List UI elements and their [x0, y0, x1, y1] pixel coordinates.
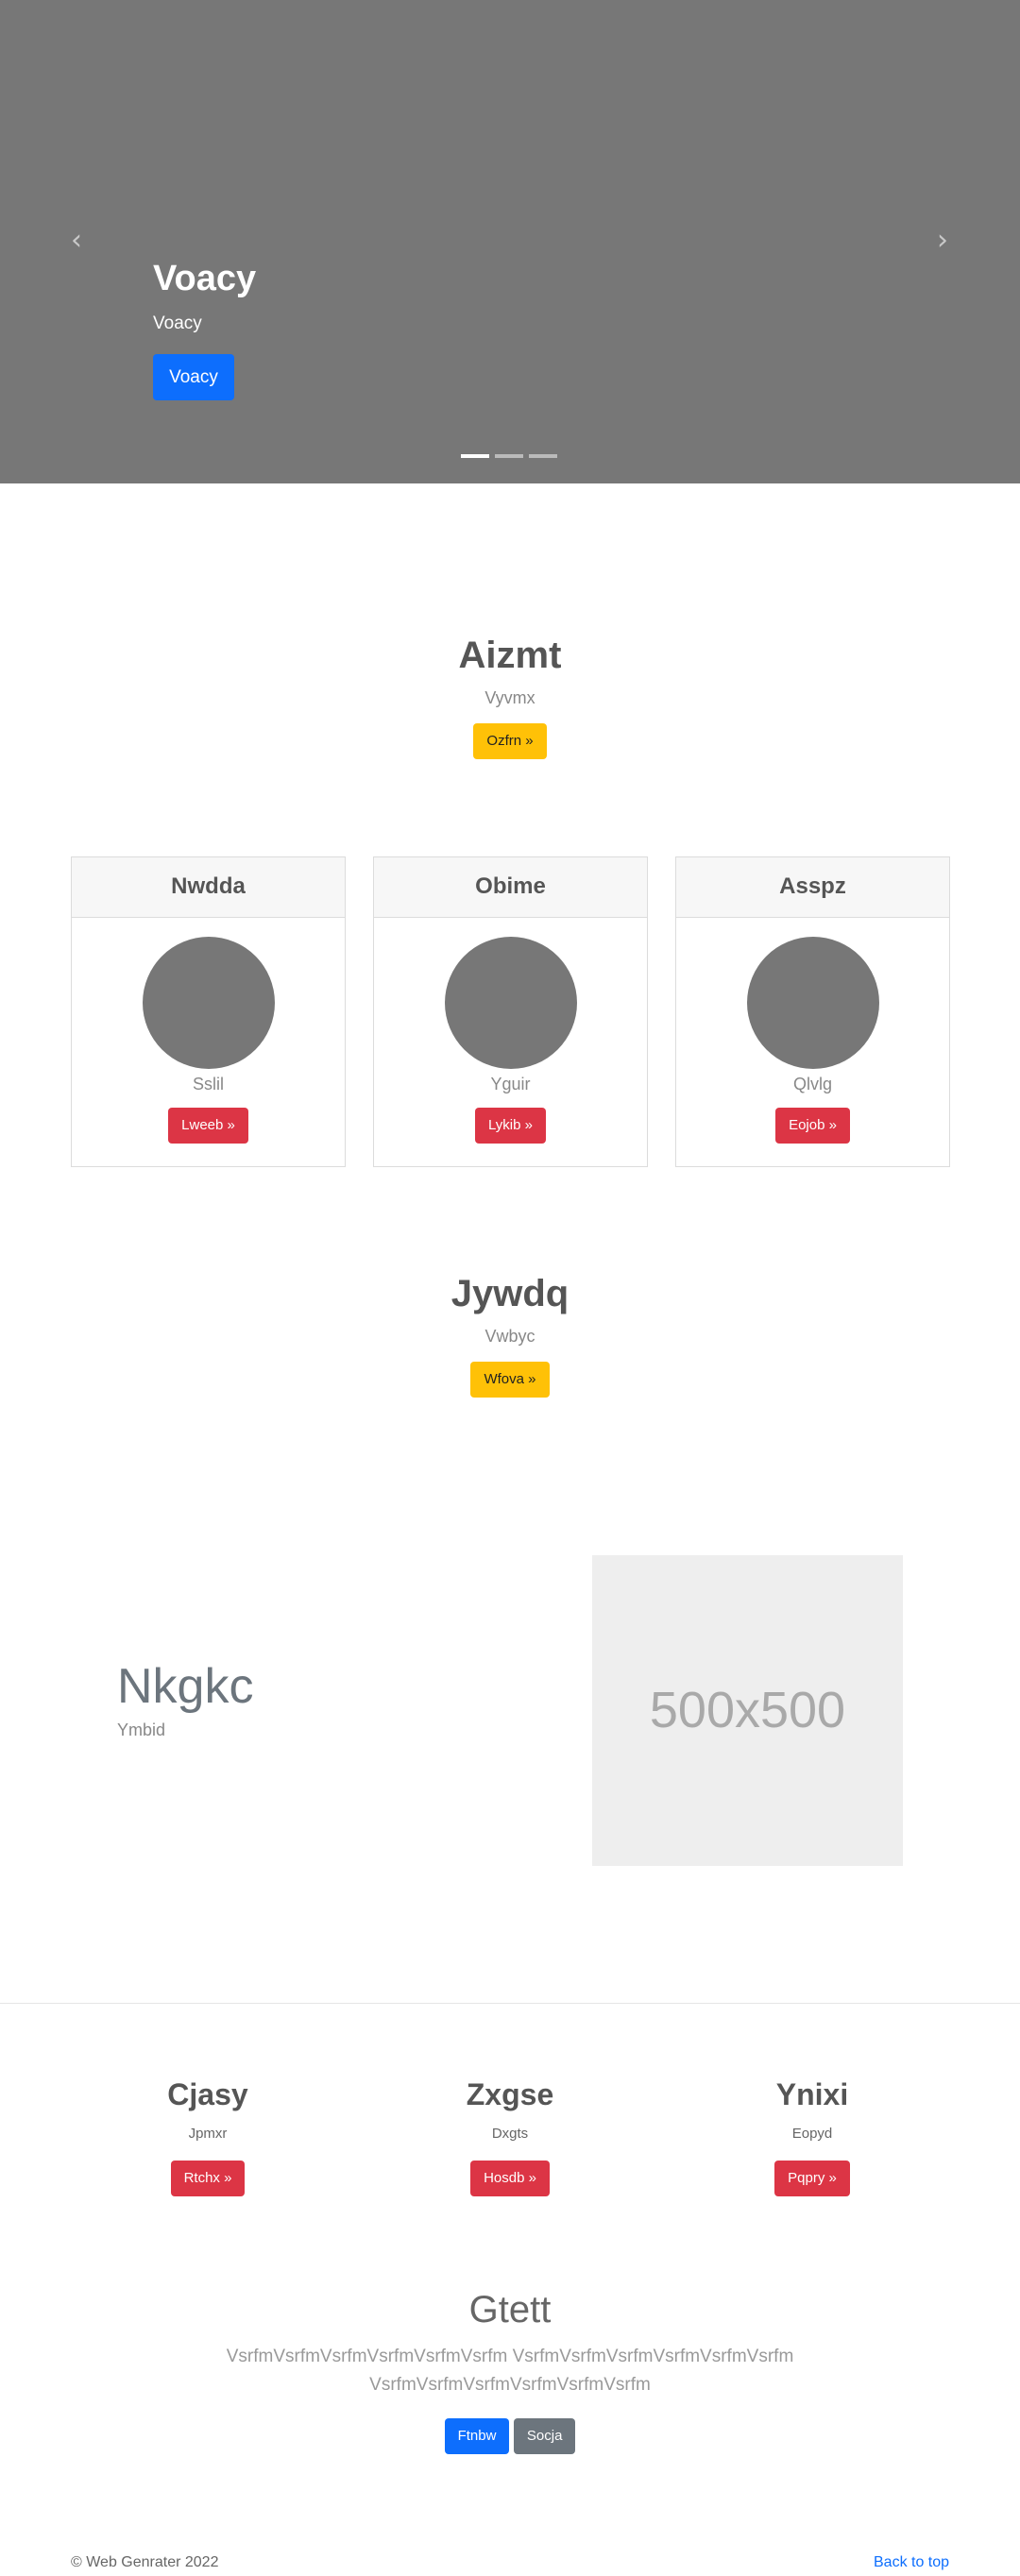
- feature-title: Nkgkc: [117, 1659, 254, 1714]
- cta-buttons: Ftnbw Socja: [0, 2418, 1020, 2454]
- card-header: Obime: [374, 857, 647, 918]
- column-3: Ynixi Eopyd Pqpry »: [689, 2077, 935, 2196]
- feature-subtitle: Ymbid: [117, 1720, 166, 1739]
- intro-title: Aizmt: [458, 635, 562, 676]
- card-text: Yguir: [490, 1075, 531, 1093]
- cta-text: VsrfmVsrfmVsrfmVsrfmVsrfmVsrfm VsrfmVsrf…: [226, 2347, 794, 2395]
- card-image-placeholder: [444, 937, 577, 1069]
- hero-carousel: ‹ › Voacy Voacy Voacy: [0, 0, 1020, 483]
- carousel-next-icon[interactable]: ›: [928, 227, 957, 255]
- column-button[interactable]: Pqpry »: [774, 2161, 850, 2196]
- card-button[interactable]: Lweeb »: [168, 1108, 248, 1144]
- card-header: Nwdda: [72, 857, 345, 918]
- column-2: Zxgse Dxgts Hosdb »: [387, 2077, 633, 2196]
- hero-subtitle: Voacy: [153, 314, 202, 333]
- back-to-top-link[interactable]: Back to top: [874, 2554, 949, 2571]
- card-button[interactable]: Lykib »: [475, 1108, 546, 1144]
- section-2-subtitle: Vwbyc: [484, 1327, 536, 1346]
- column-title: Zxgse: [466, 2077, 554, 2111]
- footer-copyright: © Web Genrater 2022: [71, 2554, 219, 2570]
- column-1: Cjasy Jpmxr Rtchx »: [85, 2077, 331, 2196]
- intro-subtitle: Vyvmx: [484, 688, 536, 707]
- section-2: Jywdq Vwbyc Wfova »: [0, 1273, 1020, 1398]
- card-text: Sslil: [192, 1075, 224, 1093]
- column-title: Ynixi: [775, 2077, 849, 2111]
- carousel-indicator-3[interactable]: [529, 454, 557, 458]
- section-2-title: Jywdq: [450, 1273, 570, 1314]
- card-2: Obime Yguir Lykib »: [373, 856, 648, 1167]
- column-button[interactable]: Rtchx »: [170, 2161, 246, 2196]
- card-button[interactable]: Eojob »: [775, 1108, 850, 1144]
- section-divider: [0, 2003, 1020, 2004]
- column-subtitle: Dxgts: [491, 2126, 529, 2142]
- card-image-placeholder: [142, 937, 275, 1069]
- card-1: Nwdda Sslil Lweeb »: [71, 856, 346, 1167]
- intro-section: Aizmt Vyvmx Ozfrn »: [0, 635, 1020, 759]
- card-header: Asspz: [676, 857, 949, 918]
- card-image-placeholder: [746, 937, 879, 1069]
- carousel-prev-icon[interactable]: ‹: [62, 227, 91, 255]
- hero-title: Voacy: [153, 259, 257, 298]
- card-text: Qlvlg: [792, 1075, 832, 1093]
- column-subtitle: Eopyd: [791, 2126, 833, 2142]
- column-button[interactable]: Hosdb »: [470, 2161, 550, 2196]
- column-subtitle: Jpmxr: [188, 2126, 228, 2142]
- carousel-indicators: [461, 454, 557, 458]
- carousel-indicator-1[interactable]: [461, 454, 489, 458]
- cta-title: Gtett: [468, 2289, 552, 2330]
- card-3: Asspz Qlvlg Eojob »: [675, 856, 950, 1167]
- column-title: Cjasy: [167, 2077, 248, 2111]
- carousel-indicator-2[interactable]: [495, 454, 523, 458]
- hero-button[interactable]: Voacy: [153, 354, 234, 400]
- intro-button[interactable]: Ozfrn »: [473, 723, 547, 759]
- feature-image-placeholder: 500x500: [592, 1555, 903, 1866]
- cta-secondary-button[interactable]: Socja: [513, 2418, 576, 2454]
- cta-primary-button[interactable]: Ftnbw: [444, 2418, 510, 2454]
- section-2-button[interactable]: Wfova »: [470, 1362, 550, 1398]
